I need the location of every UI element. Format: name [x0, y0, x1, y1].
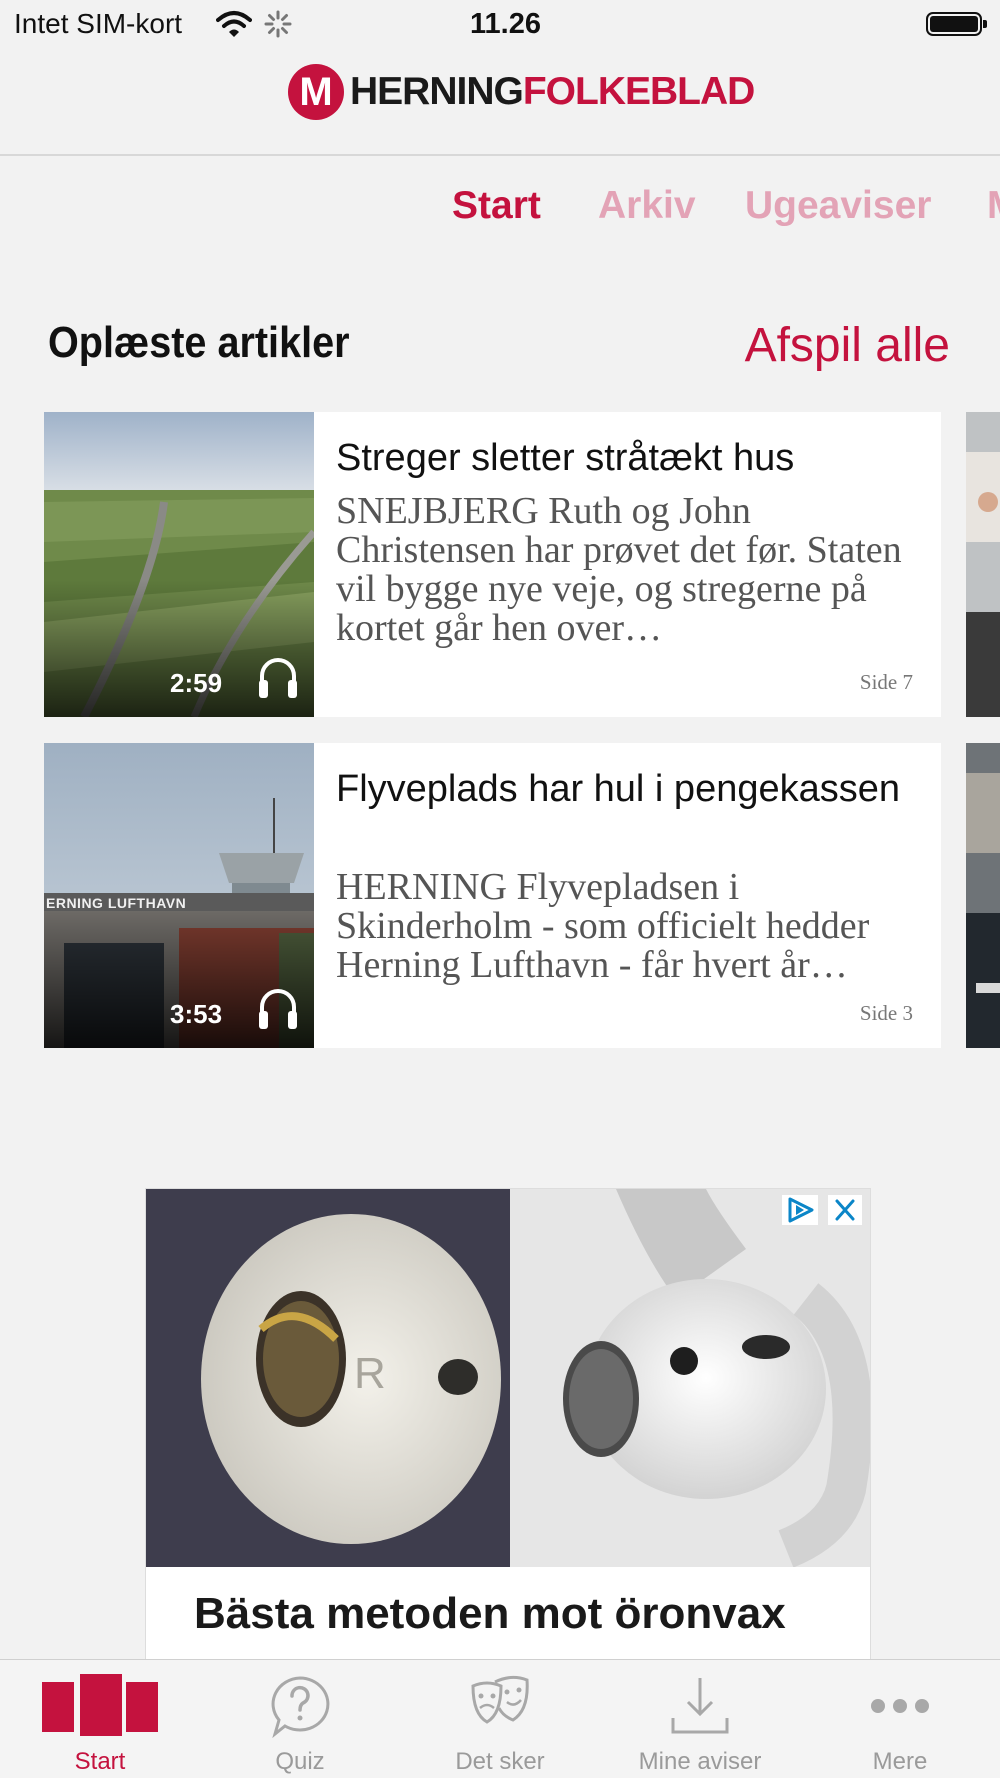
article-excerpt: SNEJBJERG Ruth og John Christensen har p…	[336, 490, 902, 649]
tab-bar-mere[interactable]: Mere	[800, 1660, 1000, 1778]
tab-bar-mine-aviser[interactable]: Mine aviser	[600, 1660, 800, 1778]
carrier-label: Intet SIM-kort	[14, 8, 183, 39]
section-title: Oplæste artikler	[48, 318, 350, 367]
theater-masks-icon	[467, 1674, 533, 1743]
status-bar: Intet SIM-kort 11.26	[0, 0, 1000, 50]
article-page-number: Side 7	[859, 670, 913, 694]
download-icon	[667, 1674, 733, 1743]
thumbnail-sign-text: ERNING LUFTHAVN	[46, 895, 187, 911]
herning-folkeblad-logo[interactable]: M HERNINGFOLKEBLAD	[288, 62, 755, 122]
tab-bar-label: Mere	[872, 1748, 928, 1775]
tab-bar-label: Start	[74, 1748, 126, 1775]
battery-icon	[926, 12, 987, 36]
tab-bar-det-sker[interactable]: Det sker	[400, 1660, 600, 1778]
adchoices-icon[interactable]	[782, 1195, 818, 1225]
tab-bar-start[interactable]: Start	[0, 1660, 200, 1778]
wifi-icon	[216, 10, 252, 43]
clock: 11.26	[470, 8, 541, 40]
bottom-tab-bar: Start Quiz Det sker Mine aviser Mere	[0, 1659, 1000, 1778]
next-article-peek[interactable]	[966, 743, 1000, 1048]
ad-image: R	[146, 1189, 870, 1568]
article-card[interactable]: ERNING LUFTHAVN 3:53 Flyveplads har hul …	[44, 743, 941, 1048]
logo-text: HERNINGFOLKEBLAD	[350, 70, 755, 113]
headphones-icon	[256, 654, 300, 705]
article-card[interactable]: 2:59 Streger sletter stråtækt hus SNEJBJ…	[44, 412, 941, 717]
logo-mark-icon: M	[288, 64, 344, 120]
audio-duration: 2:59	[170, 668, 223, 698]
ad-image-letter: R	[354, 1349, 386, 1398]
tab-bar-label: Quiz	[275, 1748, 325, 1775]
close-icon[interactable]	[828, 1195, 862, 1225]
audio-duration: 3:53	[170, 999, 223, 1029]
ad-headline: Bästa metoden mot öronvax	[194, 1589, 786, 1638]
tab-bar-label: Det sker	[455, 1748, 545, 1775]
section-tabs: Start Arkiv Ugeaviser M	[0, 184, 1000, 234]
newspaper-icon	[42, 1674, 158, 1741]
article-thumbnail: ERNING LUFTHAVN 3:53	[44, 743, 314, 1048]
app-header: M HERNINGFOLKEBLAD	[0, 50, 1000, 156]
article-page-number: Side 3	[859, 1001, 913, 1025]
tab-arkiv[interactable]: Arkiv	[598, 184, 696, 228]
tab-ugeaviser[interactable]: Ugeaviser	[745, 184, 931, 228]
tab-bar-label: Mine aviser	[638, 1748, 762, 1775]
next-article-peek[interactable]	[966, 412, 1000, 717]
article-title: Streger sletter stråtækt hus	[336, 437, 795, 479]
headphones-icon	[256, 985, 300, 1036]
question-bubble-icon	[267, 1674, 333, 1743]
tab-more-partial[interactable]: M	[987, 184, 1000, 228]
more-dots-icon	[867, 1674, 933, 1743]
tab-start[interactable]: Start	[452, 184, 541, 228]
tab-bar-quiz[interactable]: Quiz	[200, 1660, 400, 1778]
play-all-button[interactable]: Afspil alle	[745, 318, 950, 373]
article-excerpt: HERNING Flyvepladsen i Skinderholm - som…	[336, 866, 870, 986]
article-title: Flyveplads har hul i pengekassen	[336, 768, 901, 810]
advertisement[interactable]: R Bästa metoden mot öronvax	[145, 1188, 871, 1665]
activity-spinner-icon	[264, 10, 292, 43]
article-thumbnail: 2:59	[44, 412, 317, 717]
